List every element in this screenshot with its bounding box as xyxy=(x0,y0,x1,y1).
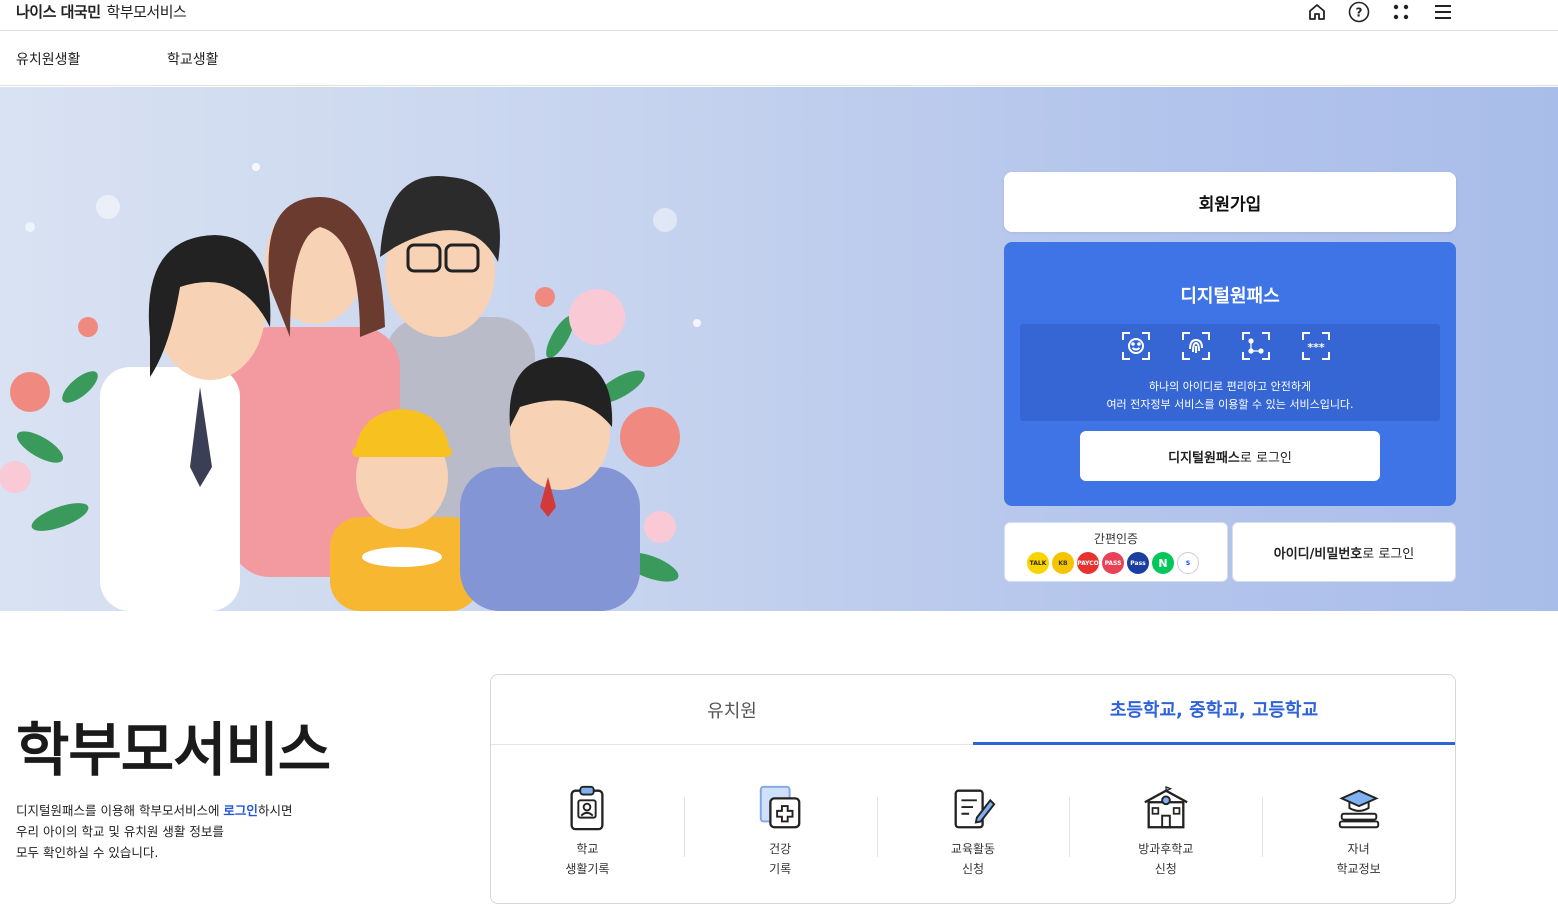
health-icon xyxy=(759,785,801,829)
fingerprint-icon xyxy=(1180,330,1212,362)
svg-text:***: *** xyxy=(1307,341,1325,354)
svg-text:?: ? xyxy=(1356,6,1363,20)
service-item-afterschool-application[interactable]: 방과후학교 신청 xyxy=(1069,779,1262,879)
service-label: 건강 기록 xyxy=(769,842,792,876)
menu-icon[interactable] xyxy=(1432,1,1454,23)
samsung-pass-icon: Pass xyxy=(1127,552,1149,574)
naver-icon: N xyxy=(1152,552,1174,574)
digital-pass-title: 디지털원패스 xyxy=(1180,286,1280,307)
service-item-activity-application[interactable]: 교육활동 신청 xyxy=(876,779,1070,879)
pattern-icon xyxy=(1240,330,1272,362)
service-panel: 유치원 초등학교, 중학교, 고등학교 학교 생활기록 건강 기록 교육활동 신… xyxy=(490,674,1456,904)
top-bar: 나이스 대국민 학부모서비스 ? xyxy=(0,0,1558,31)
id-password-login-button[interactable]: 아이디/비밀번호 로 로그인 xyxy=(1232,522,1456,582)
service-label: 교육활동 신청 xyxy=(950,842,996,876)
page-title: 학부모서비스 xyxy=(16,716,331,784)
simple-auth-providers: TALK KB PAYCO PASS Pass N S xyxy=(1027,552,1199,574)
record-icon xyxy=(570,785,604,831)
face-id-icon xyxy=(1120,330,1152,362)
brand-logo[interactable]: 나이스 대국민 학부모서비스 xyxy=(16,0,187,22)
digital-pass-login-button[interactable]: 디지털원패스 로 로그인 xyxy=(1080,431,1380,481)
login-link[interactable]: 로그인 xyxy=(223,803,258,818)
digital-pass-info: *** 하나의 아이디로 편리하고 안전하게 여러 전자정부 서비스를 이용할 … xyxy=(1020,324,1440,421)
pass-icon: PASS xyxy=(1102,552,1124,574)
service-list: 학교 생활기록 건강 기록 교육활동 신청 방과후학교 신청 자녀 학교정보 xyxy=(491,779,1455,879)
service-label: 방과후학교 신청 xyxy=(1138,842,1194,876)
digital-pass-desc: 하나의 아이디로 편리하고 안전하게 여러 전자정부 서비스를 이용할 수 있는… xyxy=(1106,380,1354,411)
brand-bold: 나이스 대국민 xyxy=(16,2,101,21)
pin-icon: *** xyxy=(1300,330,1332,362)
digital-pass-panel: 디지털원패스 *** 하나의 아이디로 편리하고 안전하게 여러 전자정부 서비… xyxy=(1004,242,1456,506)
home-icon[interactable] xyxy=(1306,1,1328,23)
intro-text: 디지털원패스를 이용해 학부모서비스에 로그인하시면 우리 아이의 학교 및 유… xyxy=(16,803,293,860)
school-icon xyxy=(1144,785,1188,829)
kb-icon: KB xyxy=(1052,552,1074,574)
service-item-school-record[interactable]: 학교 생활기록 xyxy=(491,779,684,879)
simple-auth-label: 간편인증 xyxy=(1093,532,1139,546)
help-icon[interactable]: ? xyxy=(1348,1,1370,23)
top-icon-group: ? xyxy=(1306,0,1454,24)
brand-light: 학부모서비스 xyxy=(106,2,187,21)
hero-banner: 회원가입 디지털원패스 *** 하나의 아이디로 편리하고 안전하게 여러 전자… xyxy=(0,87,1558,611)
nav-item-kindergarten[interactable]: 유치원생활 xyxy=(16,49,80,69)
service-label: 자녀 학교정보 xyxy=(1336,842,1381,876)
kakao-talk-icon: TALK xyxy=(1027,552,1049,574)
auth-method-icons: *** xyxy=(1120,330,1332,362)
nav-item-school[interactable]: 학교생활 xyxy=(167,49,219,69)
payco-icon: PAYCO xyxy=(1077,552,1099,574)
family-illustration xyxy=(0,163,701,611)
service-item-child-school-info[interactable]: 자녀 학교정보 xyxy=(1262,779,1455,879)
simple-auth-button[interactable]: 간편인증 TALK KB PAYCO PASS Pass N S xyxy=(1004,522,1228,582)
service-label: 학교 생활기록 xyxy=(565,842,610,876)
tab-kindergarten[interactable]: 유치원 xyxy=(491,675,973,745)
activity-icon xyxy=(954,789,996,829)
tab-school[interactable]: 초등학교, 중학교, 고등학교 xyxy=(973,675,1455,745)
shinhan-icon: S xyxy=(1177,552,1199,574)
join-button[interactable]: 회원가입 xyxy=(1004,172,1456,232)
apps-icon[interactable] xyxy=(1390,1,1412,23)
graduation-icon xyxy=(1338,789,1379,829)
service-item-health-record[interactable]: 건강 기록 xyxy=(683,779,877,879)
main-nav: 유치원생활 학교생활 xyxy=(0,31,1558,86)
